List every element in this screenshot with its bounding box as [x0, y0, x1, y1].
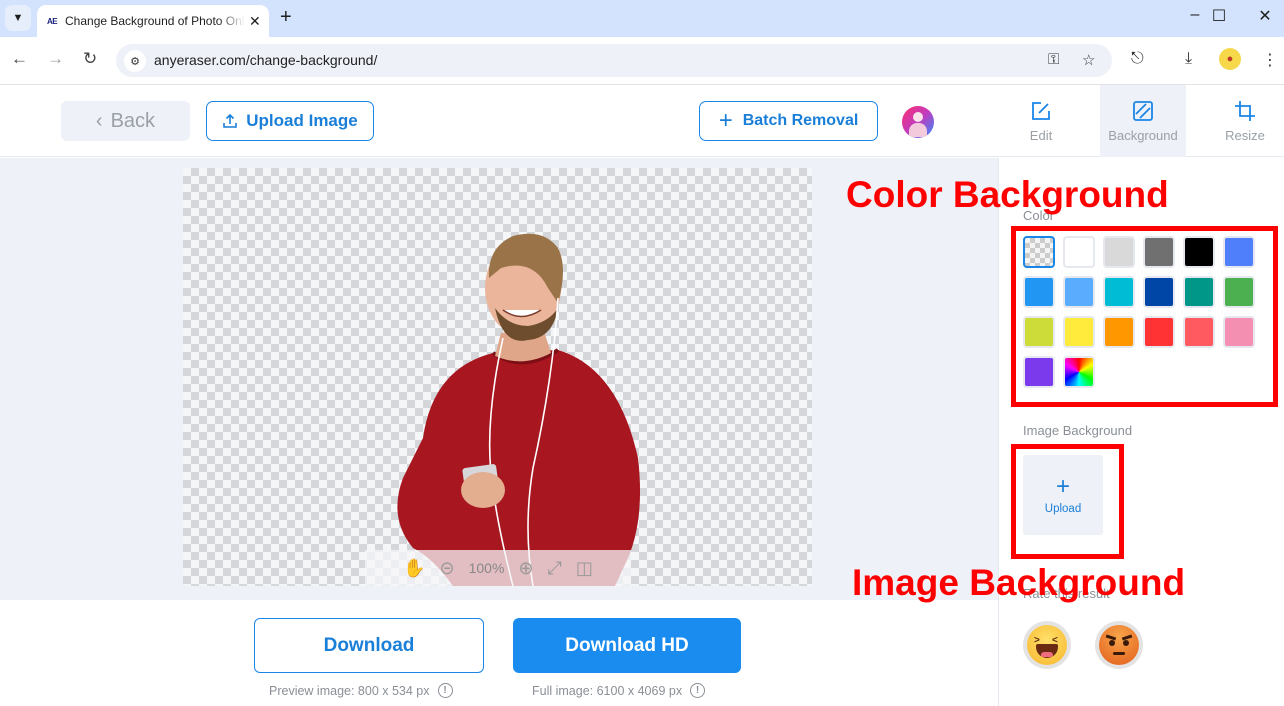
- annotation-box-colors: [1011, 226, 1278, 407]
- edit-icon: [1032, 101, 1050, 120]
- back-button[interactable]: ‹ Back: [61, 101, 190, 141]
- plus-icon: +: [718, 107, 733, 134]
- maximize-button[interactable]: ☐: [1196, 6, 1242, 26]
- background-icon: [1133, 100, 1153, 121]
- upload-image-button[interactable]: Upload Image: [206, 101, 374, 141]
- rate-angry-button[interactable]: [1095, 621, 1143, 669]
- back-arrow-icon[interactable]: ←: [11, 49, 28, 69]
- rate-laugh-button[interactable]: > <: [1023, 621, 1071, 669]
- forward-arrow-icon[interactable]: →: [47, 49, 64, 69]
- laughing-emoji-icon: > <: [1027, 625, 1067, 665]
- tool-tab-label: Resize: [1225, 127, 1265, 143]
- bookmark-star-icon[interactable]: ☆: [1082, 51, 1095, 69]
- preview-size-text: Preview image: 800 x 534 px: [269, 683, 430, 698]
- back-label: Back: [110, 109, 156, 132]
- address-bar[interactable]: ⚙ anyeraser.com/change-background/ ⚿ ☆: [116, 44, 1112, 77]
- close-tab-icon[interactable]: ✕: [249, 13, 261, 30]
- tab-search-button[interactable]: ▼: [5, 5, 31, 31]
- download-hd-button[interactable]: Download HD: [513, 618, 741, 673]
- tool-tab-edit[interactable]: Edit: [998, 85, 1084, 157]
- tool-tab-background[interactable]: Background: [1100, 85, 1186, 157]
- image-preview[interactable]: [183, 168, 812, 586]
- browser-tab-bar: ▼ AE Change Background of Photo Online ✕…: [0, 0, 1284, 37]
- extensions-icon[interactable]: ⎋: [1131, 50, 1144, 68]
- preview-size-note: Preview image: 800 x 534 px !: [269, 683, 453, 698]
- crop-icon: [1235, 100, 1255, 121]
- annotation-color-background: Color Background: [846, 174, 1169, 215]
- pan-hand-icon[interactable]: ✋: [403, 558, 425, 579]
- reload-icon[interactable]: ↻: [83, 49, 97, 69]
- chevron-left-icon: ‹: [95, 109, 103, 132]
- chevron-down-icon: ▼: [12, 12, 24, 24]
- password-key-icon[interactable]: ⚿: [1048, 51, 1059, 68]
- url-text[interactable]: anyeraser.com/change-background/: [154, 52, 377, 68]
- zoom-out-icon[interactable]: ⊝: [440, 558, 455, 579]
- site-info-icon[interactable]: ⚙: [124, 50, 146, 72]
- tool-tab-label: Background: [1108, 127, 1178, 143]
- zoom-level: 100%: [468, 560, 505, 576]
- angry-emoji-icon: [1099, 625, 1139, 665]
- canvas-area: [0, 158, 998, 600]
- upload-image-label: Upload Image: [246, 111, 358, 130]
- tool-tab-label: Edit: [1029, 127, 1053, 143]
- annotation-image-background: Image Background: [852, 562, 1186, 603]
- user-avatar[interactable]: [902, 106, 934, 138]
- tab-title: Change Background of Photo Online: [65, 14, 245, 28]
- close-window-button[interactable]: ✕: [1242, 6, 1284, 26]
- browser-toolbar: ← → ↻ ⚙ anyeraser.com/change-background/…: [0, 37, 1284, 85]
- info-icon[interactable]: !: [690, 683, 706, 698]
- tool-tab-resize[interactable]: Resize: [1202, 85, 1284, 157]
- info-icon[interactable]: !: [437, 683, 453, 698]
- annotation-box-image-upload: [1011, 444, 1124, 559]
- download-button[interactable]: Download: [254, 618, 484, 673]
- image-background-label: Image Background: [1023, 423, 1133, 438]
- batch-removal-label: Batch Removal: [742, 112, 859, 129]
- full-size-note: Full image: 6100 x 4069 px !: [532, 683, 706, 698]
- profile-avatar[interactable]: ●: [1219, 48, 1241, 70]
- batch-removal-button[interactable]: + Batch Removal: [699, 101, 878, 141]
- download-area: Download Download HD Preview image: 800 …: [0, 600, 998, 706]
- download-icon[interactable]: ⤓: [1185, 50, 1192, 68]
- full-size-text: Full image: 6100 x 4069 px: [532, 683, 683, 698]
- new-tab-button[interactable]: +: [280, 6, 292, 29]
- upload-icon: [223, 113, 238, 128]
- menu-kebab-icon[interactable]: ⋮: [1262, 50, 1278, 70]
- favicon-icon: AE: [47, 16, 58, 26]
- compare-icon[interactable]: ◫: [576, 558, 593, 579]
- browser-tab[interactable]: AE Change Background of Photo Online ✕: [37, 5, 269, 37]
- zoom-in-icon[interactable]: ⊕: [518, 558, 533, 579]
- zoom-toolbar: ✋ ⊝ 100% ⊕ ⤢ ◫: [365, 550, 631, 586]
- subject-image: [397, 233, 641, 586]
- fit-screen-icon[interactable]: ⤢: [548, 558, 562, 579]
- app-header: ‹ Back Upload Image + Batch Removal Edit…: [0, 85, 1284, 157]
